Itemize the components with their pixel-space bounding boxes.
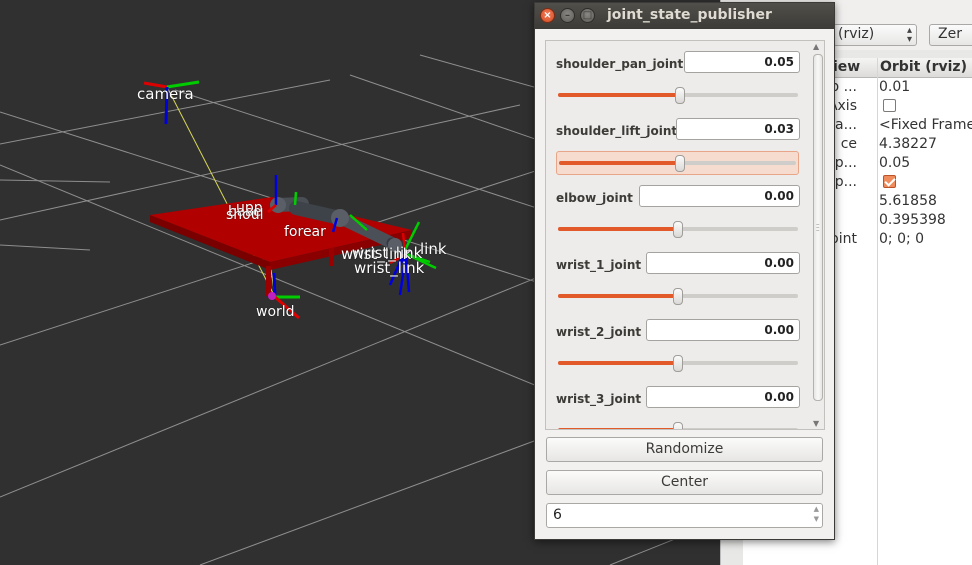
joint-name-label: shoulder_lift_joint: [556, 124, 678, 138]
zero-button[interactable]: Zer: [929, 24, 972, 46]
minimize-icon: –: [565, 10, 570, 21]
joint-name-label: wrist_3_joint: [556, 392, 642, 406]
joint-value-field[interactable]: 0.03: [676, 118, 800, 140]
joint-slider[interactable]: [558, 419, 800, 429]
property-value: 0; 0; 0: [879, 231, 925, 247]
slider-handle[interactable]: [673, 288, 683, 305]
frame-label-camera: camera: [137, 85, 194, 103]
joint-name-label: wrist_1_joint: [556, 258, 642, 272]
scroll-down-icon[interactable]: ▼: [813, 419, 819, 428]
vertical-scrollbar[interactable]: ▲ – – – ▼: [811, 41, 824, 429]
slider-handle[interactable]: [675, 87, 686, 104]
scroll-up-icon[interactable]: ▲: [813, 42, 819, 51]
close-icon: ×: [543, 10, 552, 21]
grid-line: [0, 179, 111, 183]
view-type-value: (rviz): [838, 26, 875, 42]
property-value: 0.395398: [879, 212, 946, 228]
property-value: 4.38227: [879, 136, 937, 152]
property-value: [883, 98, 896, 114]
grip-icon: – – –: [816, 220, 820, 234]
grid-line: [0, 244, 91, 251]
property-value: <Fixed Frame>: [879, 117, 972, 133]
joint-name-label: elbow_joint: [556, 191, 633, 205]
joint-value-field[interactable]: 0.00: [646, 252, 800, 274]
slider-fill: [558, 294, 678, 298]
view-type-select[interactable]: (rviz) ▴ ▾: [833, 24, 917, 46]
slider-handle[interactable]: [673, 422, 683, 429]
property-value: [883, 174, 896, 190]
frame-label-world: world: [256, 304, 295, 320]
spin-value: 6: [553, 507, 562, 523]
frame-label-forearm: forear: [284, 224, 326, 240]
joint-value-field[interactable]: 0.00: [639, 185, 800, 207]
slider-fill: [559, 161, 679, 165]
updown-icon: ▴ ▾: [906, 25, 912, 45]
slider-fill: [558, 93, 681, 97]
joint-slider[interactable]: [556, 151, 799, 175]
frame-label-link: link: [420, 240, 447, 258]
slider-handle[interactable]: [673, 221, 683, 238]
property-value: 0.01: [879, 79, 911, 95]
header-name: iew: [833, 59, 861, 75]
spin-down-icon[interactable]: ▼: [814, 515, 819, 523]
maximize-button[interactable]: □: [580, 8, 595, 23]
joint-value-field[interactable]: 0.00: [646, 386, 800, 408]
joint-slider[interactable]: [558, 84, 800, 106]
maximize-icon: □: [582, 10, 593, 21]
joint-value-field[interactable]: 0.00: [646, 319, 800, 341]
slider-fill: [558, 227, 678, 231]
slider-fill: [558, 428, 678, 429]
close-button[interactable]: ×: [540, 8, 555, 23]
frame-label-shoulder: shoul: [226, 207, 264, 223]
slider-handle[interactable]: [673, 355, 683, 372]
joint-name-label: shoulder_pan_joint: [556, 57, 684, 71]
header-value: Orbit (rviz): [880, 59, 967, 75]
minimize-button[interactable]: –: [560, 8, 575, 23]
joint-state-publisher-window: × – □ joint_state_publisher shoulder_pan…: [534, 2, 835, 540]
property-value: 5.61858: [879, 193, 937, 209]
unchecked-checkbox[interactable]: [883, 98, 896, 112]
joints-scroll-area[interactable]: shoulder_pan_joint 0.05 shoulder_lift_join…: [545, 40, 825, 430]
slider-handle[interactable]: [675, 155, 686, 172]
joint-slider[interactable]: [558, 218, 800, 240]
checked-checkbox[interactable]: [883, 174, 896, 188]
joint-count-spinbox[interactable]: 6 ▲ ▼: [546, 503, 823, 528]
frame-label-wrist-3: wrist_link: [352, 244, 423, 262]
randomize-button[interactable]: Randomize: [546, 437, 823, 462]
joint-name-label: wrist_2_joint: [556, 325, 642, 339]
center-button[interactable]: Center: [546, 470, 823, 495]
scroll-thumb[interactable]: – – –: [813, 54, 823, 401]
joint-value-field[interactable]: 0.05: [684, 51, 800, 73]
window-title: joint_state_publisher: [607, 7, 772, 23]
spin-up-icon[interactable]: ▲: [814, 505, 819, 513]
property-value: 0.05: [879, 155, 911, 171]
slider-fill: [558, 361, 678, 365]
window-titlebar[interactable]: × – □ joint_state_publisher: [535, 3, 834, 29]
column-divider: [877, 58, 878, 565]
joint-slider[interactable]: [558, 285, 800, 307]
joint-slider[interactable]: [558, 352, 800, 374]
